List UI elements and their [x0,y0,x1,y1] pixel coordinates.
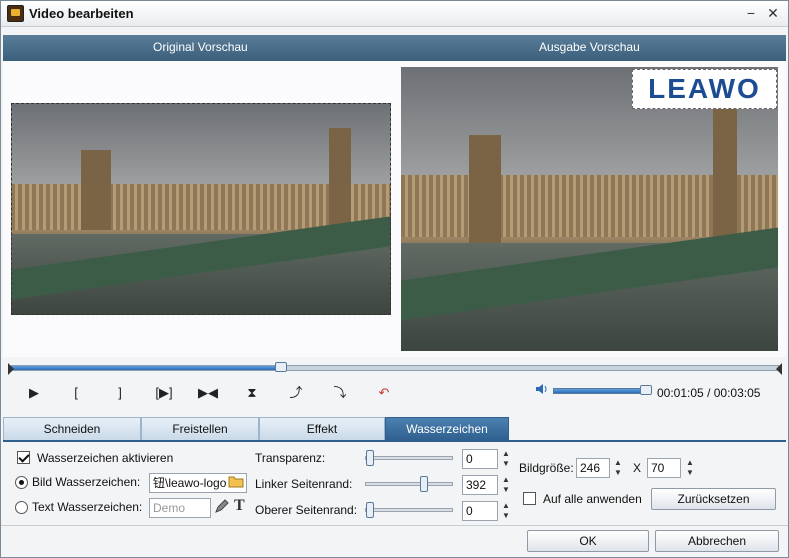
pen-icon[interactable] [214,498,230,518]
top-margin-thumb[interactable] [366,502,374,518]
top-margin-value: 0 [466,504,473,518]
text-icon[interactable]: T [234,497,245,515]
reset-button[interactable]: Zurücksetzen [651,488,776,510]
original-preview-image [11,103,391,315]
image-height-input[interactable]: 70 [647,458,681,478]
transparency-value: 0 [466,452,473,466]
text-watermark-input[interactable]: Demo [149,498,211,518]
top-margin-input[interactable]: 0 [462,501,498,521]
time-separator: / [707,386,711,400]
rotate-left-icon[interactable]: ⤵ [329,383,351,403]
image-width-input[interactable]: 246 [576,458,610,478]
close-button[interactable]: ✕ [765,5,781,21]
undo-icon[interactable]: ↶ [373,383,395,403]
seek-bar[interactable] [8,362,782,375]
image-path-value: 钮\leawo-logo [153,476,227,490]
image-size-label: Bildgröße: [519,461,574,475]
rotate-right-icon[interactable]: ⤴ [285,383,307,403]
app-icon [7,5,24,22]
seek-progress [12,366,281,370]
tab-label: Schneiden [43,422,101,436]
text-watermark-label: Text Wasserzeichen: [32,500,143,514]
time-display: 00:01:05 / 00:03:05 [657,386,760,400]
seek-start-marker[interactable] [8,363,14,375]
flip-vertical-icon[interactable]: ⧗ [241,383,263,403]
transparency-thumb[interactable] [366,450,374,466]
top-margin-spinner[interactable]: ▲ ▼ [499,501,513,521]
volume-thumb[interactable] [640,385,652,395]
time-total: 00:03:05 [713,386,761,400]
watermark-logo[interactable]: LEAWO [632,69,777,109]
text-watermark-radio[interactable] [15,501,28,514]
enable-watermark-checkbox[interactable] [17,451,30,464]
tab-wasserzeichen[interactable]: Wasserzeichen [385,417,509,441]
left-margin-thumb[interactable] [420,476,428,492]
left-margin-input[interactable]: 392 [462,475,498,495]
image-height-spinner[interactable]: ▲ ▼ [683,458,697,478]
tab-label: Effekt [306,422,338,436]
title-bar: Video bearbeiten − ✕ [1,1,788,27]
top-margin-label: Oberer Seitenrand: [255,503,358,517]
frame-step-button[interactable]: [▶] [151,383,177,403]
time-current: 00:01:05 [657,386,704,400]
left-margin-spinner[interactable]: ▲ ▼ [499,475,513,495]
original-preview-label: Original Vorschau [153,40,248,54]
image-watermark-radio[interactable] [15,476,28,489]
video-edit-window: Video bearbeiten − ✕ Original Vorschau A… [0,0,789,558]
mark-out-button[interactable]: ] [109,383,131,403]
minimize-button[interactable]: − [743,5,759,21]
speaker-icon[interactable] [535,382,549,400]
apply-all-checkbox[interactable] [523,492,536,505]
preview-header: Original Vorschau Ausgabe Vorschau [3,35,786,61]
left-margin-label: Linker Seitenrand: [255,477,353,491]
image-width-value: 246 [580,461,601,475]
transparency-slider[interactable] [365,450,453,466]
watermark-logo-text: LEAWO [648,73,761,104]
left-margin-slider[interactable] [365,476,453,492]
seek-thumb[interactable] [274,362,287,372]
image-watermark-label: Bild Wasserzeichen: [32,475,141,489]
tab-label: Freistellen [172,422,228,436]
output-preview-label: Ausgabe Vorschau [539,40,640,54]
ok-button[interactable]: OK [527,530,649,552]
image-height-value: 70 [651,461,665,475]
play-button[interactable]: ▶ [23,383,45,403]
transparency-spinner[interactable]: ▲ ▼ [499,449,513,469]
tab-label: Wasserzeichen [406,422,488,436]
skip-button[interactable]: ▶◀ [195,383,221,403]
size-x-label: X [633,461,642,475]
cancel-button[interactable]: Abbrechen [655,530,779,552]
tab-effekt[interactable]: Effekt [259,417,385,441]
volume-slider[interactable] [553,385,652,395]
image-width-spinner[interactable]: ▲ ▼ [611,458,625,478]
top-margin-slider[interactable] [365,502,453,518]
tab-schneiden[interactable]: Schneiden [3,417,141,441]
enable-watermark-label: Wasserzeichen aktivieren [37,451,174,465]
apply-all-label: Auf alle anwenden [543,492,642,506]
transparency-input[interactable]: 0 [462,449,498,469]
window-title: Video bearbeiten [29,6,134,21]
text-watermark-placeholder: Demo [153,501,186,515]
folder-icon[interactable] [228,474,244,492]
output-preview-image [401,67,778,351]
left-margin-value: 392 [466,478,487,492]
tab-freistellen[interactable]: Freistellen [141,417,259,441]
seek-end-marker[interactable] [776,363,782,375]
transparency-label: Transparenz: [255,451,326,465]
mark-in-button[interactable]: [ [65,383,87,403]
